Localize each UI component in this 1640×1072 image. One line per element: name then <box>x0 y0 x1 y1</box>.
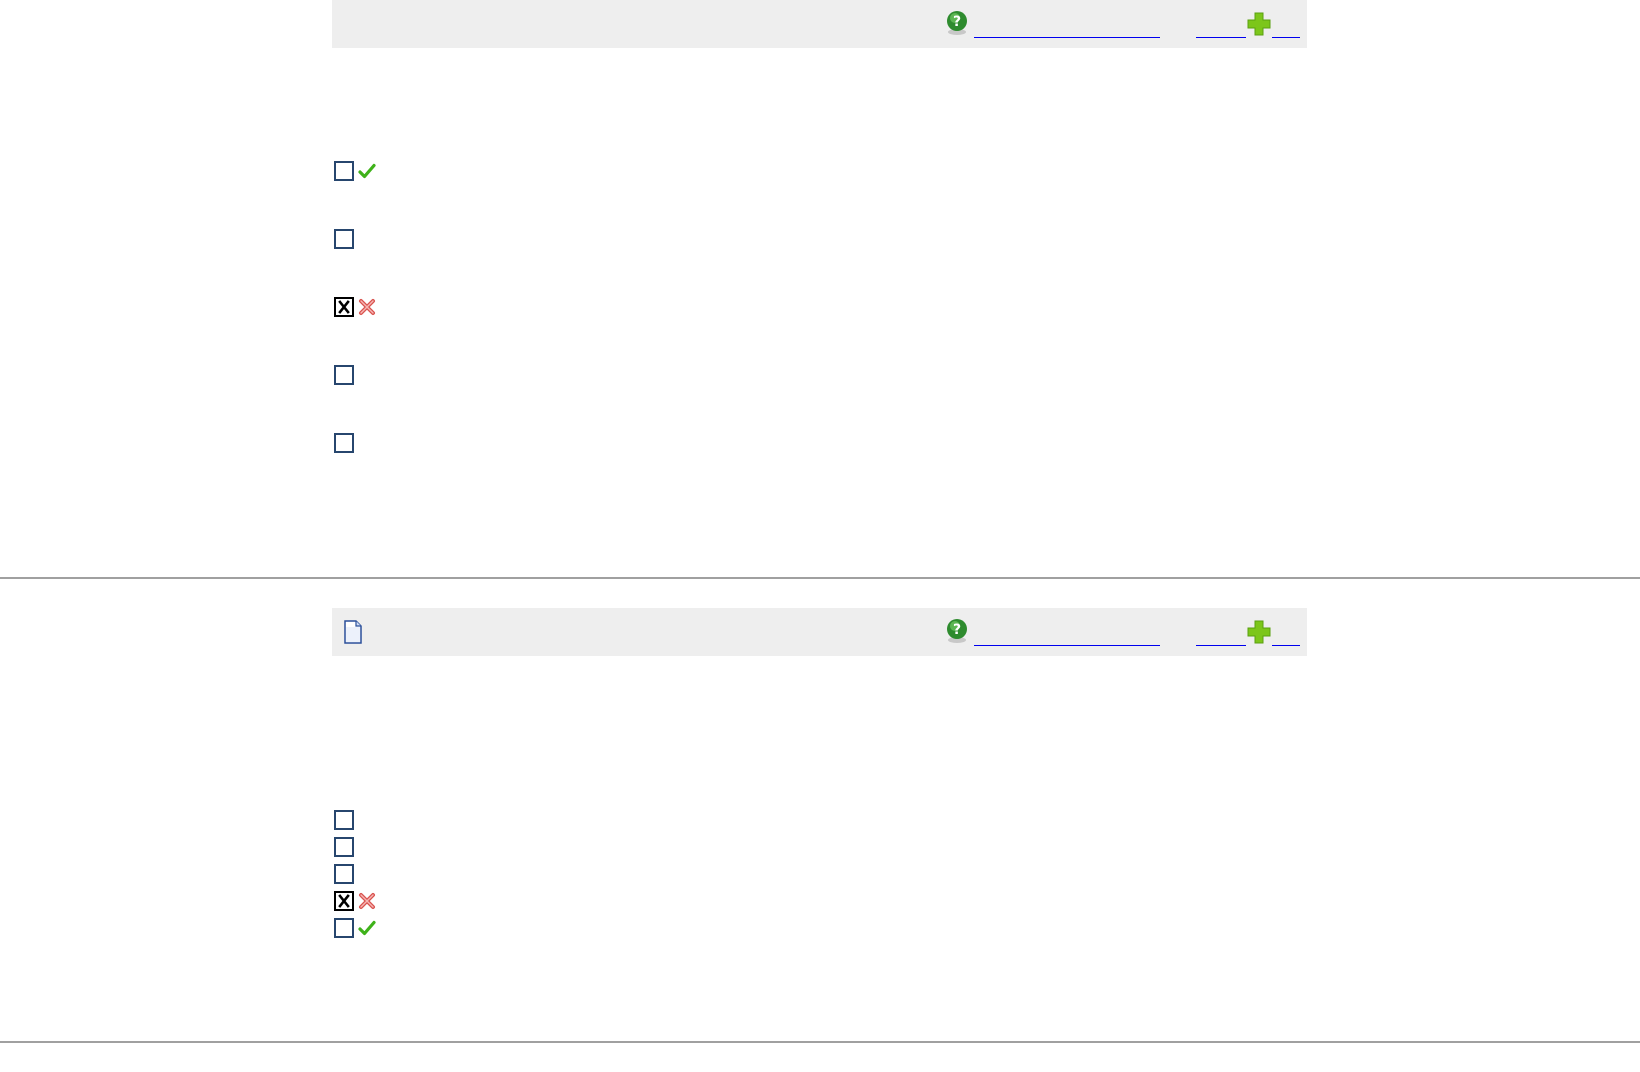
question-1-toolbar: ? <box>332 0 1307 48</box>
help-link[interactable] <box>974 616 1160 646</box>
add-link[interactable] <box>1272 8 1300 38</box>
answer-checkbox[interactable] <box>334 433 354 453</box>
toolbar-link[interactable] <box>1196 8 1246 38</box>
incorrect-cross-icon <box>358 298 376 316</box>
help-icon[interactable]: ? <box>944 618 970 644</box>
answer-option <box>334 365 734 385</box>
add-icon[interactable] <box>1246 11 1272 37</box>
answer-option <box>334 229 734 249</box>
help-link[interactable] <box>974 8 1160 38</box>
correct-check-icon <box>358 162 376 180</box>
help-icon[interactable]: ? <box>944 10 970 36</box>
answer-checkbox[interactable] <box>334 891 354 911</box>
answer-option <box>334 297 734 317</box>
svg-text:?: ? <box>953 14 961 30</box>
add-link[interactable] <box>1272 616 1300 646</box>
answer-option <box>334 864 734 884</box>
answer-checkbox[interactable] <box>334 229 354 249</box>
answer-checkbox[interactable] <box>334 297 354 317</box>
svg-text:?: ? <box>953 622 961 638</box>
section-divider <box>0 577 1640 579</box>
add-icon[interactable] <box>1246 619 1272 645</box>
answer-option <box>334 433 734 453</box>
document-icon <box>343 620 363 644</box>
answer-option <box>334 810 734 830</box>
answer-checkbox[interactable] <box>334 864 354 884</box>
incorrect-cross-icon <box>358 892 376 910</box>
answer-option <box>334 918 734 938</box>
answer-option <box>334 837 734 857</box>
answer-option <box>334 891 734 911</box>
toolbar-link[interactable] <box>1196 616 1246 646</box>
answer-checkbox[interactable] <box>334 918 354 938</box>
answer-checkbox[interactable] <box>334 837 354 857</box>
answer-option <box>334 161 734 181</box>
answer-checkbox[interactable] <box>334 161 354 181</box>
correct-check-icon <box>358 919 376 937</box>
question-2-toolbar: ? <box>332 608 1307 656</box>
section-divider <box>0 1041 1640 1043</box>
answer-checkbox[interactable] <box>334 365 354 385</box>
answer-checkbox[interactable] <box>334 810 354 830</box>
